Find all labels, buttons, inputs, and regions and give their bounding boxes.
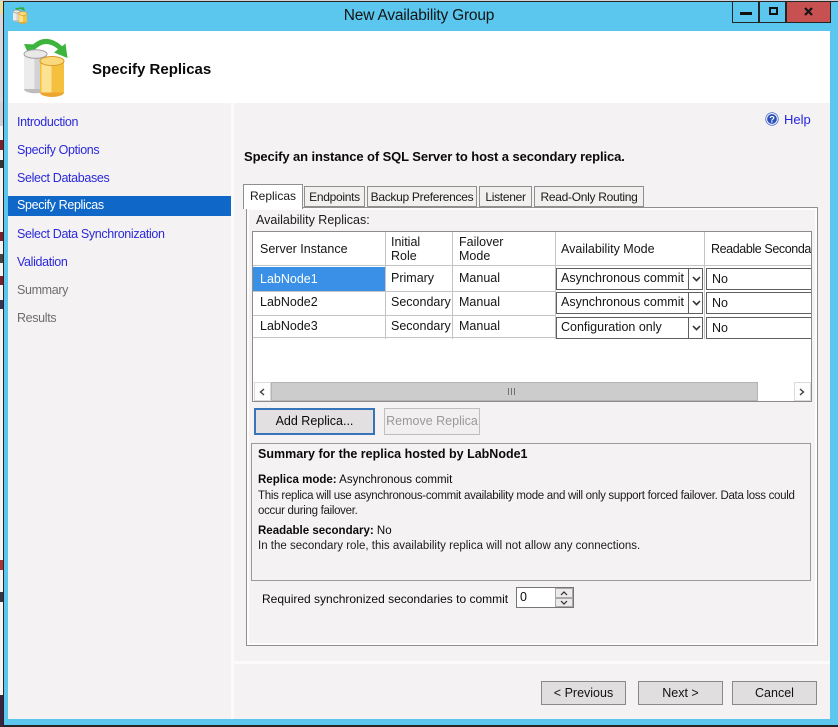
svg-text:?: ? xyxy=(769,115,775,126)
